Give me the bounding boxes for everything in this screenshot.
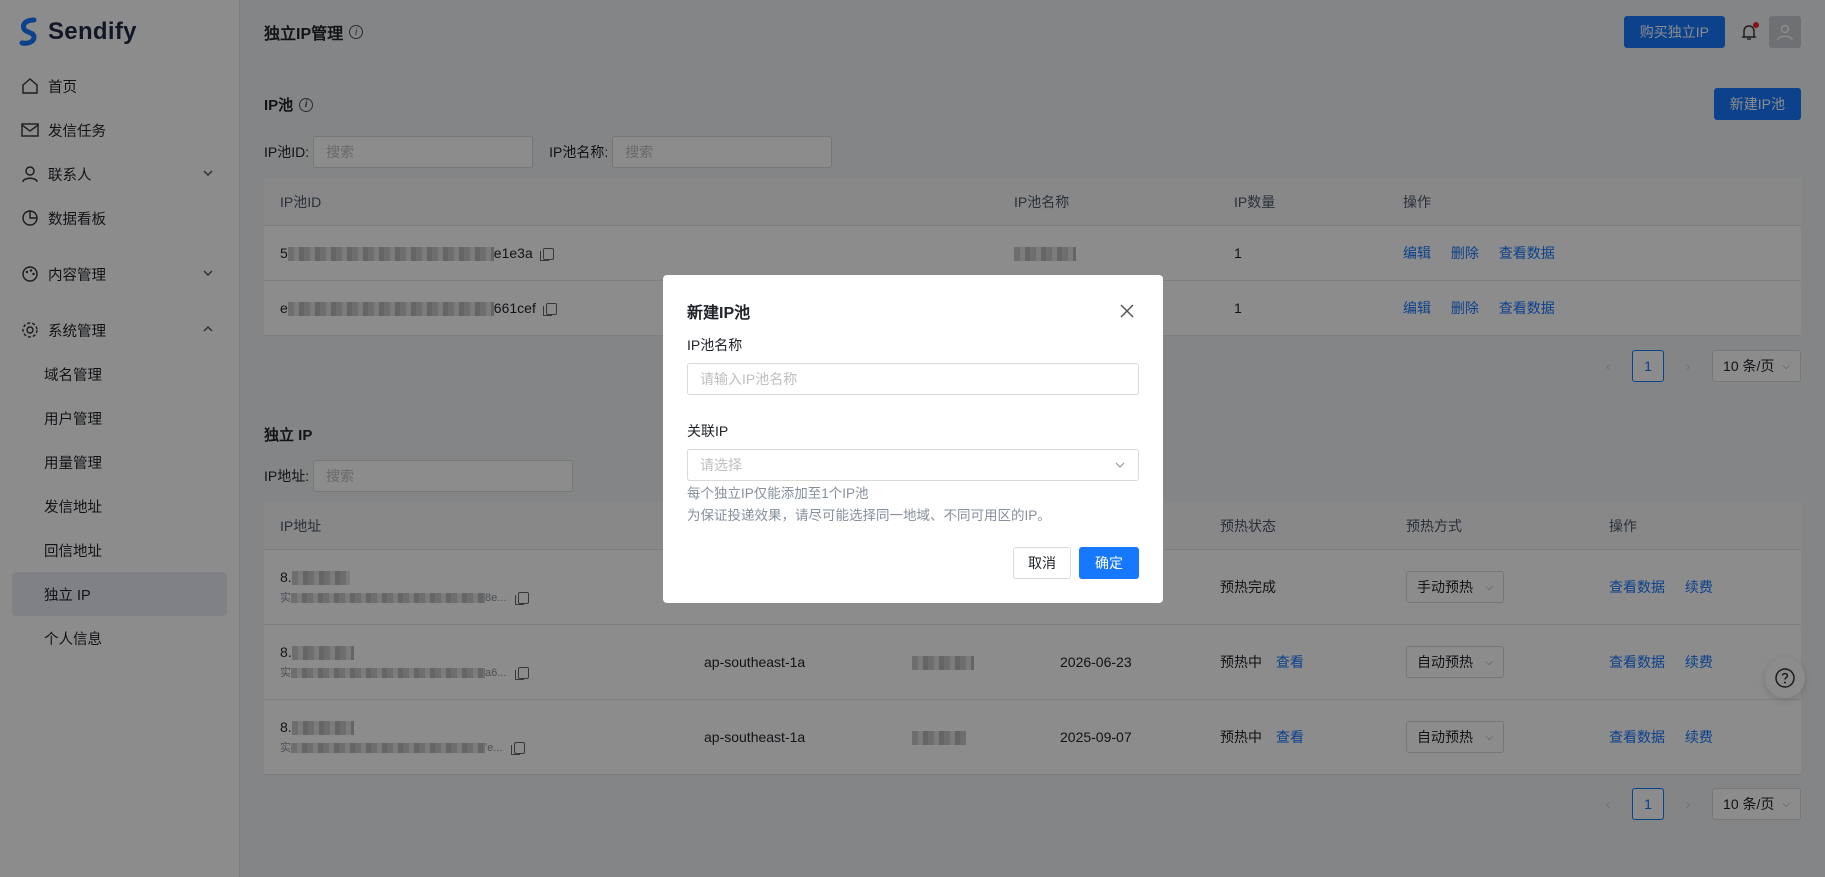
dialog-title: 新建IP池 [687,305,751,322]
associated-ip-select[interactable]: 请选择 [687,449,1139,481]
new-ip-pool-dialog: 新建IP池 IP池名称 关联IP 请选择 每个独立IP仅能添加至1个IP池 为保… [663,275,1163,603]
select-placeholder: 请选择 [700,457,742,473]
cancel-button[interactable]: 取消 [1013,547,1071,579]
associated-ip-label: 关联IP [687,423,729,439]
hint-text: 每个独立IP仅能添加至1个IP池 [687,486,869,501]
pool-name-input[interactable] [687,363,1139,395]
confirm-button[interactable]: 确定 [1079,547,1139,579]
hint-text: 为保证投递效果，请尽可能选择同一地域、不同可用区的IP。 [687,508,1051,523]
close-icon[interactable] [1119,303,1135,319]
chevron-down-icon [1115,462,1125,468]
dialog-footer: 取消 确定 [1013,547,1139,579]
pool-name-label: IP池名称 [687,337,743,353]
